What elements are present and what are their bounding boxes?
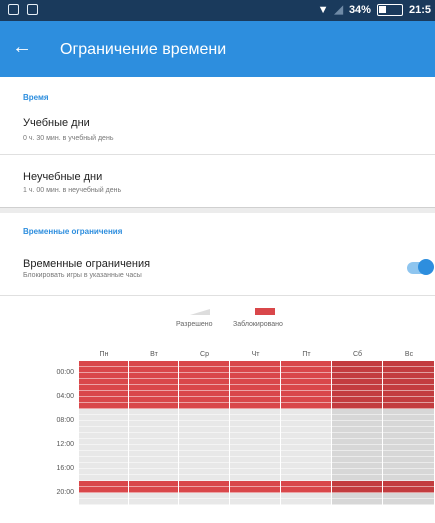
- battery-percent: 34%: [348, 3, 371, 16]
- legend-allowed-label: Разрешено: [176, 321, 213, 328]
- back-arrow-icon[interactable]: ←: [12, 35, 32, 59]
- notification-icon: [8, 4, 19, 15]
- time-section-header: Время: [23, 93, 49, 102]
- hour-separator: [79, 504, 435, 505]
- time-label: 12:00: [56, 441, 74, 448]
- time-restrictions-title: Временные ограничения: [23, 258, 151, 270]
- restrictions-section-header: Временные ограничения: [23, 227, 123, 236]
- image-notification-icon: [27, 4, 38, 15]
- signal-icon: ◢: [334, 4, 343, 16]
- time-restrictions-subtitle: Блокировать игры в указанные часы: [23, 272, 142, 279]
- divider: [0, 295, 435, 296]
- legend-blocked-label: Заблокировано: [233, 321, 283, 328]
- status-bar: ▼ ◢ 34% 21:5: [0, 0, 435, 21]
- non-school-days-title: Неучебные дни: [23, 171, 103, 183]
- app-bar: ← Ограничение времени: [0, 21, 435, 77]
- non-school-days-subtitle: 1 ч. 00 мин. в неучебный день: [23, 187, 122, 194]
- wifi-icon: ▼: [317, 3, 329, 16]
- clock: 21:5: [408, 3, 431, 16]
- time-label: 16:00: [56, 465, 74, 472]
- time-label: 04:00: [56, 393, 74, 400]
- school-days-subtitle: 0 ч. 30 мин. в учебный день: [23, 135, 114, 142]
- day-label: Чт: [251, 351, 260, 358]
- legend-allowed-swatch: [190, 309, 210, 315]
- toggle-knob[interactable]: [418, 259, 434, 275]
- day-label: Пт: [302, 351, 311, 358]
- divider: [0, 154, 435, 155]
- section-divider: [0, 207, 435, 213]
- day-label: Сб: [352, 351, 363, 358]
- page-title: Ограничение времени: [60, 41, 227, 58]
- time-label: 20:00: [56, 489, 74, 496]
- day-label: Ср: [200, 351, 209, 358]
- school-days-title: Учебные дни: [23, 117, 90, 129]
- battery-icon: [376, 3, 403, 16]
- time-label: 08:00: [56, 417, 74, 424]
- legend-blocked-swatch: [255, 308, 275, 315]
- schedule-grid[interactable]: [79, 361, 435, 505]
- day-label: Вт: [150, 351, 158, 358]
- day-label: Пн: [99, 351, 109, 358]
- time-label: 00:00: [56, 369, 74, 376]
- day-label: Вс: [404, 351, 414, 358]
